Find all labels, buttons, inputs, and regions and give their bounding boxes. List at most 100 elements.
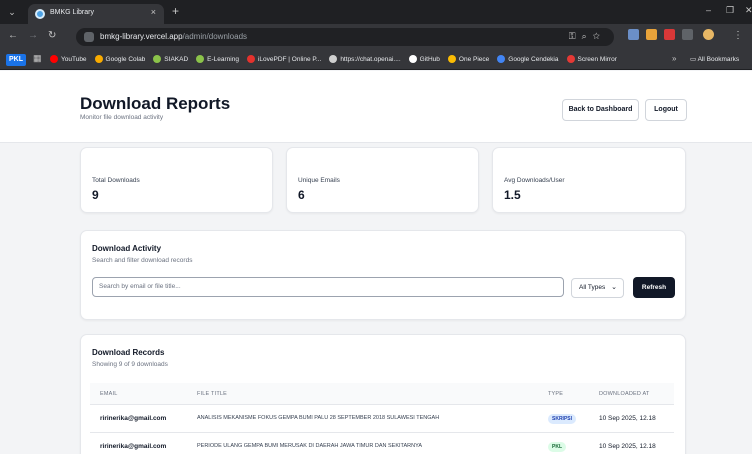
bookmark-item[interactable]: Screen Mirror <box>566 55 617 63</box>
bookmark-item[interactable]: Google Colab <box>94 55 146 63</box>
bookmark-item[interactable]: One Piece <box>447 55 490 63</box>
bookmark-favicon-icon <box>94 55 103 63</box>
close-window-icon[interactable]: ✕ <box>745 5 752 16</box>
url-text: bmkg-library.vercel.app/admin/downloads <box>100 32 248 41</box>
download-records-card: Download Records Showing 9 of 9 download… <box>80 334 686 454</box>
bookmark-item[interactable]: iLovePDF | Online P... <box>246 55 322 63</box>
maximize-icon[interactable]: ❐ <box>726 5 734 16</box>
column-header-email: EMAIL <box>100 391 118 397</box>
row-file-title: PERIODE ULANG GEMPA BUMI MERUSAK DI DAER… <box>197 443 423 449</box>
stat-value: 6 <box>298 188 305 202</box>
type-badge: PKL <box>548 442 566 452</box>
type-filter-select[interactable]: All Types ⌄ <box>571 278 624 298</box>
extensions-puzzle-icon[interactable] <box>682 29 693 40</box>
tab-title: BMKG Library <box>50 9 94 16</box>
all-bookmarks-folder[interactable]: ▭ All Bookmarks <box>690 55 739 63</box>
folder-icon: ▭ <box>690 56 698 63</box>
extension-icon[interactable] <box>628 29 639 40</box>
bookmark-star-icon[interactable]: ☆ <box>593 31 606 41</box>
bookmark-label: https://chat.openai.... <box>340 55 401 63</box>
stat-value: 1.5 <box>504 188 521 202</box>
column-header-file-title: FILE TITLE <box>197 391 228 397</box>
browser-toolbar: ← → ↻ bmkg-library.vercel.app/admin/down… <box>0 24 752 50</box>
table-row[interactable]: ririnerika@gmail.com PERIODE ULANG GEMPA … <box>90 433 674 454</box>
stat-card-avg-downloads: Avg Downloads/User 1.5 <box>492 147 686 213</box>
minimize-icon[interactable]: – <box>706 5 711 15</box>
bookmark-label: Google Cendekia <box>508 55 559 63</box>
key-icon[interactable]: ⚿ <box>569 31 582 41</box>
page-subtitle: Monitor file download activity <box>80 114 164 121</box>
more-bookmarks-icon[interactable]: » <box>672 54 676 63</box>
new-tab-icon[interactable]: + <box>172 5 179 17</box>
bookmark-item[interactable]: https://chat.openai.... <box>329 55 401 63</box>
tab-search-icon[interactable]: ⌄ <box>6 6 18 18</box>
row-email: ririnerika@gmail.com <box>100 415 167 422</box>
zoom-icon[interactable]: ⌕ <box>582 31 593 41</box>
logout-button[interactable]: Logout <box>645 99 687 121</box>
browser-tab-bar: ⌄ BMKG Library × + – ❐ ✕ <box>0 0 752 24</box>
bookmark-label: Google Colab <box>105 55 146 63</box>
chevron-down-icon: ⌄ <box>611 284 617 291</box>
bookmark-favicon-icon <box>50 55 58 63</box>
refresh-button[interactable]: Refresh <box>633 277 675 298</box>
bookmark-label: GitHub <box>419 55 440 63</box>
bookmark-label: Screen Mirror <box>577 55 617 63</box>
bookmark-favicon-icon <box>497 55 506 63</box>
menu-kebab-icon[interactable]: ⋮ <box>733 30 743 42</box>
bookmarks-list: YouTube Google Colab SIAKAD E-Learning iLove… <box>50 55 617 63</box>
table-row[interactable]: ririnerika@gmail.com ANALISIS MEKANISME F… <box>90 405 674 433</box>
forward-arrow-icon[interactable]: → <box>28 30 38 42</box>
bookmark-item[interactable]: YouTube <box>50 55 87 63</box>
back-to-dashboard-button[interactable]: Back to Dashboard <box>562 99 639 121</box>
bookmark-label: iLovePDF | Online P... <box>257 55 322 63</box>
section-title: Download Records <box>92 348 165 357</box>
address-bar[interactable]: bmkg-library.vercel.app/admin/downloads … <box>76 28 614 46</box>
page-title: Download Reports <box>80 94 231 113</box>
address-bar-actions[interactable]: ⚿⌕☆ <box>569 31 606 42</box>
bookmark-item[interactable]: GitHub <box>408 55 440 63</box>
tab-close-icon[interactable]: × <box>151 7 156 17</box>
stat-card-total-downloads: Total Downloads 9 <box>80 147 273 213</box>
bookmark-label: SIAKAD <box>164 55 189 63</box>
bookmark-favicon-icon <box>153 55 162 63</box>
stat-value: 9 <box>92 188 99 202</box>
bookmark-item[interactable]: Google Cendekia <box>497 55 559 63</box>
back-arrow-icon[interactable]: ← <box>8 30 18 42</box>
table-header: EMAIL FILE TITLE TYPE DOWNLOADED AT <box>90 383 674 405</box>
bookmark-label: One Piece <box>458 55 490 63</box>
column-header-type: TYPE <box>548 391 564 397</box>
extension-icon[interactable] <box>664 29 675 40</box>
bookmark-label: E-Learning <box>207 55 239 63</box>
bookmark-favicon-icon <box>329 55 338 63</box>
bookmark-favicon-icon <box>447 55 456 63</box>
search-input[interactable]: Search by email or file title... <box>92 277 564 297</box>
profile-badge[interactable]: PKL <box>6 54 26 66</box>
site-info-icon[interactable] <box>84 32 94 42</box>
bookmark-label: YouTube <box>61 55 87 63</box>
stat-label: Avg Downloads/User <box>504 177 565 184</box>
download-activity-card: Download Activity Search and filter down… <box>80 230 686 320</box>
row-downloaded-at: 10 Sep 2025, 12.18 <box>599 443 656 450</box>
bookmark-favicon-icon <box>408 55 417 63</box>
section-subtitle: Search and filter download records <box>92 257 193 264</box>
type-badge: SKRIPSI <box>548 414 577 424</box>
bookmark-item[interactable]: E-Learning <box>196 55 239 63</box>
stat-card-unique-emails: Unique Emails 6 <box>286 147 479 213</box>
extension-icon[interactable] <box>646 29 657 40</box>
row-email: ririnerika@gmail.com <box>100 443 167 450</box>
apps-grid-icon[interactable]: ▦ <box>33 53 42 64</box>
site-favicon-icon <box>35 9 45 19</box>
browser-tab[interactable]: BMKG Library × <box>28 4 164 24</box>
reload-icon[interactable]: ↻ <box>48 30 56 42</box>
section-subtitle: Showing 9 of 9 downloads <box>92 361 168 368</box>
stat-label: Unique Emails <box>298 177 340 184</box>
bookmark-item[interactable]: SIAKAD <box>153 55 188 63</box>
bookmark-favicon-icon <box>246 55 255 63</box>
profile-avatar[interactable] <box>703 29 714 40</box>
column-header-downloaded-at: DOWNLOADED AT <box>599 391 650 397</box>
bookmark-favicon-icon <box>566 55 575 63</box>
bookmark-favicon-icon <box>196 55 205 63</box>
row-file-title: ANALISIS MEKANISME FOKUS GEMPA BUMI PALU… <box>197 415 440 421</box>
row-downloaded-at: 10 Sep 2025, 12.18 <box>599 415 656 422</box>
section-title: Download Activity <box>92 244 162 253</box>
